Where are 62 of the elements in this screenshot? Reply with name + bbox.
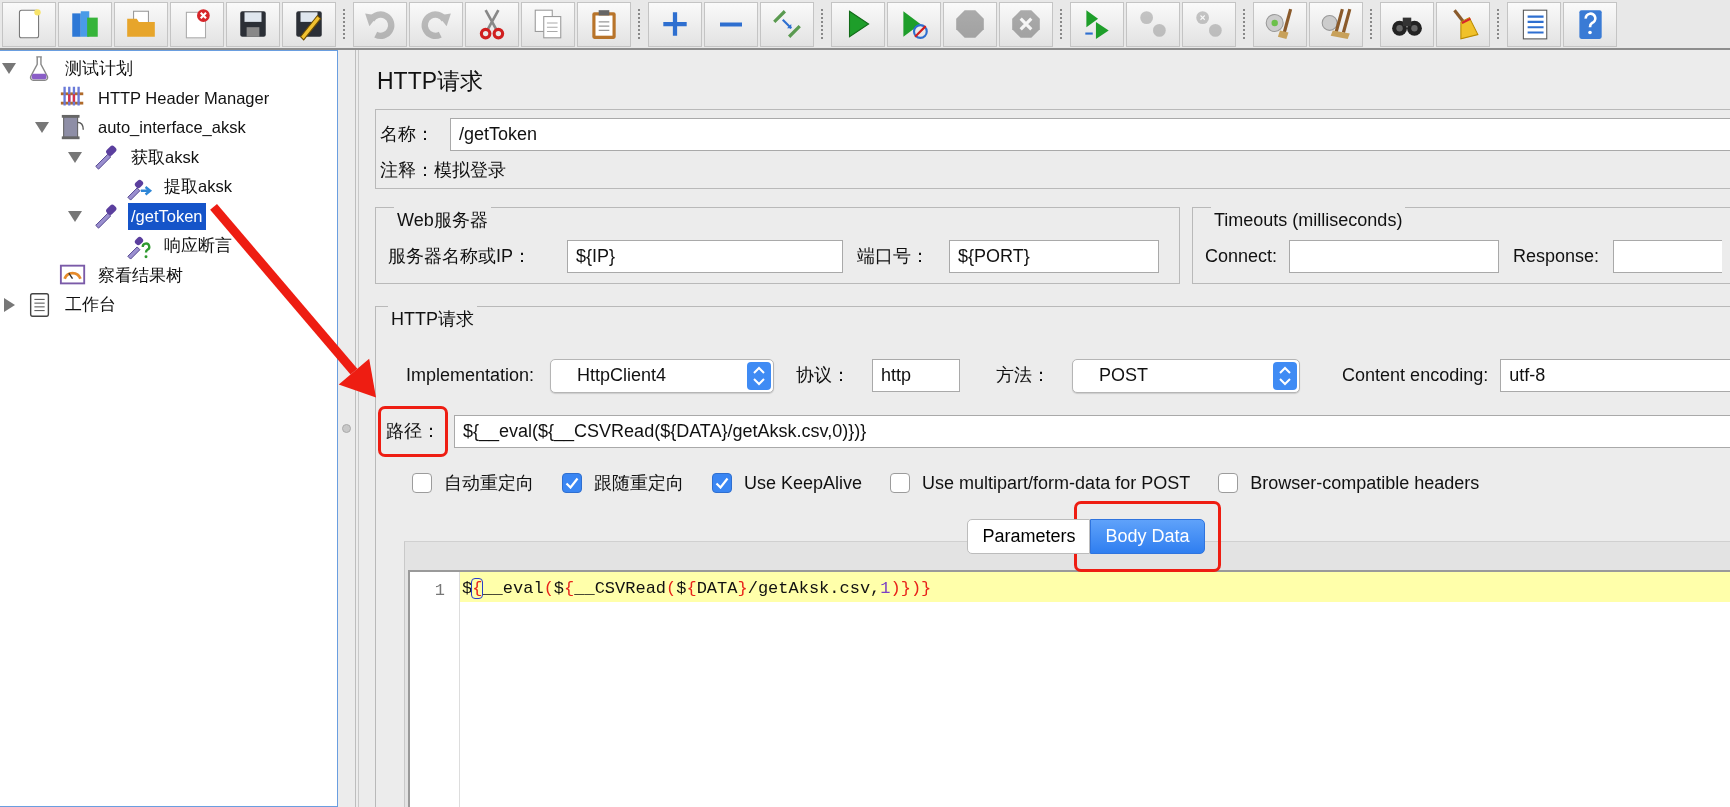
stepper-icon [1273, 361, 1298, 390]
tree-item[interactable]: 获取aksk [128, 143, 202, 171]
checkbox[interactable] [412, 473, 432, 493]
toolbar-button[interactable] [226, 1, 280, 47]
field-label: Implementation: [406, 364, 535, 387]
tree-item[interactable]: auto_interface_aksk [95, 114, 249, 142]
panel-title: HTTP请求 [377, 67, 485, 96]
field-label: 端口号： [857, 244, 929, 268]
octagon-x-icon [1009, 7, 1043, 41]
comment-text: 模拟登录 [434, 158, 506, 182]
collapse-triangle-icon[interactable] [68, 210, 82, 222]
gear-brooms-icon [1319, 7, 1353, 41]
checkbox[interactable] [890, 473, 911, 493]
checkbox-label: 自动重定向 [444, 471, 534, 495]
checkbox-label: Browser-compatible headers [1250, 471, 1480, 495]
tree-item[interactable]: 响应断言 [161, 232, 235, 260]
field-label: 协议： [796, 364, 851, 387]
stepper-icon [747, 361, 772, 390]
name-field[interactable]: /getToken [450, 117, 1730, 151]
expand-triangle-icon[interactable] [3, 297, 15, 312]
code-editor[interactable]: 1 ${__eval(${__CSVRead(${DATA}/getAksk.csv,1)})} [408, 569, 1730, 807]
highlight-frame [378, 405, 448, 457]
minus-icon [718, 21, 744, 27]
field-label: Content encoding: [1342, 364, 1489, 387]
collapse-triangle-icon[interactable] [35, 122, 49, 134]
tree-item[interactable]: 察看结果树 [95, 261, 186, 289]
field-label: 服务器名称或IP： [388, 244, 531, 268]
field-label: Connect: [1205, 244, 1278, 268]
line-number: 1 [433, 579, 446, 602]
pipettes-icon [770, 7, 804, 41]
toolbar-button[interactable] [282, 1, 336, 47]
input-field[interactable]: ${PORT} [949, 239, 1159, 273]
field-label: Response: [1513, 244, 1600, 268]
collapse-triangle-icon[interactable] [68, 151, 82, 163]
field-label: 注释： [380, 158, 434, 182]
path-field[interactable]: ${__eval(${__CSVRead(${DATA}/getAksk.csv,0)})} [454, 414, 1730, 448]
field-label: 名称： [380, 122, 434, 146]
input-field[interactable] [1613, 239, 1722, 273]
splitter-handle[interactable] [342, 424, 351, 433]
tree-item[interactable]: HTTP Header Manager [95, 84, 273, 112]
protocol-field[interactable]: http [872, 359, 961, 392]
encoding-field[interactable]: utf-8 [1500, 359, 1730, 392]
checkbox-label: Use multipart/form-data for POST [922, 471, 1191, 495]
implementation-dropdown[interactable]: HttpClient4 [550, 358, 775, 393]
tree-item[interactable]: 测试计划 [62, 55, 136, 83]
field-label: 方法： [996, 364, 1051, 387]
collapse-triangle-icon[interactable] [2, 63, 16, 75]
checkbox[interactable] [712, 473, 732, 493]
tree-item[interactable]: /getToken [128, 202, 206, 230]
toolbar-button[interactable] [1380, 1, 1434, 47]
checkbox-label: Use KeepAlive [744, 471, 863, 495]
stop-sign-icon [953, 7, 987, 41]
checkbox-label: 跟随重定向 [594, 471, 684, 495]
field-label: 路径： [386, 419, 440, 443]
tree-item[interactable]: 工作台 [62, 291, 119, 319]
tree-item[interactable]: 提取aksk [161, 173, 235, 201]
tab[interactable]: Parameters [967, 518, 1091, 554]
checkbox[interactable] [562, 473, 582, 493]
checkbox[interactable] [1218, 473, 1239, 493]
input-field[interactable] [1289, 239, 1500, 273]
method-dropdown[interactable]: POST [1072, 358, 1301, 393]
input-field[interactable]: ${IP} [567, 239, 843, 273]
